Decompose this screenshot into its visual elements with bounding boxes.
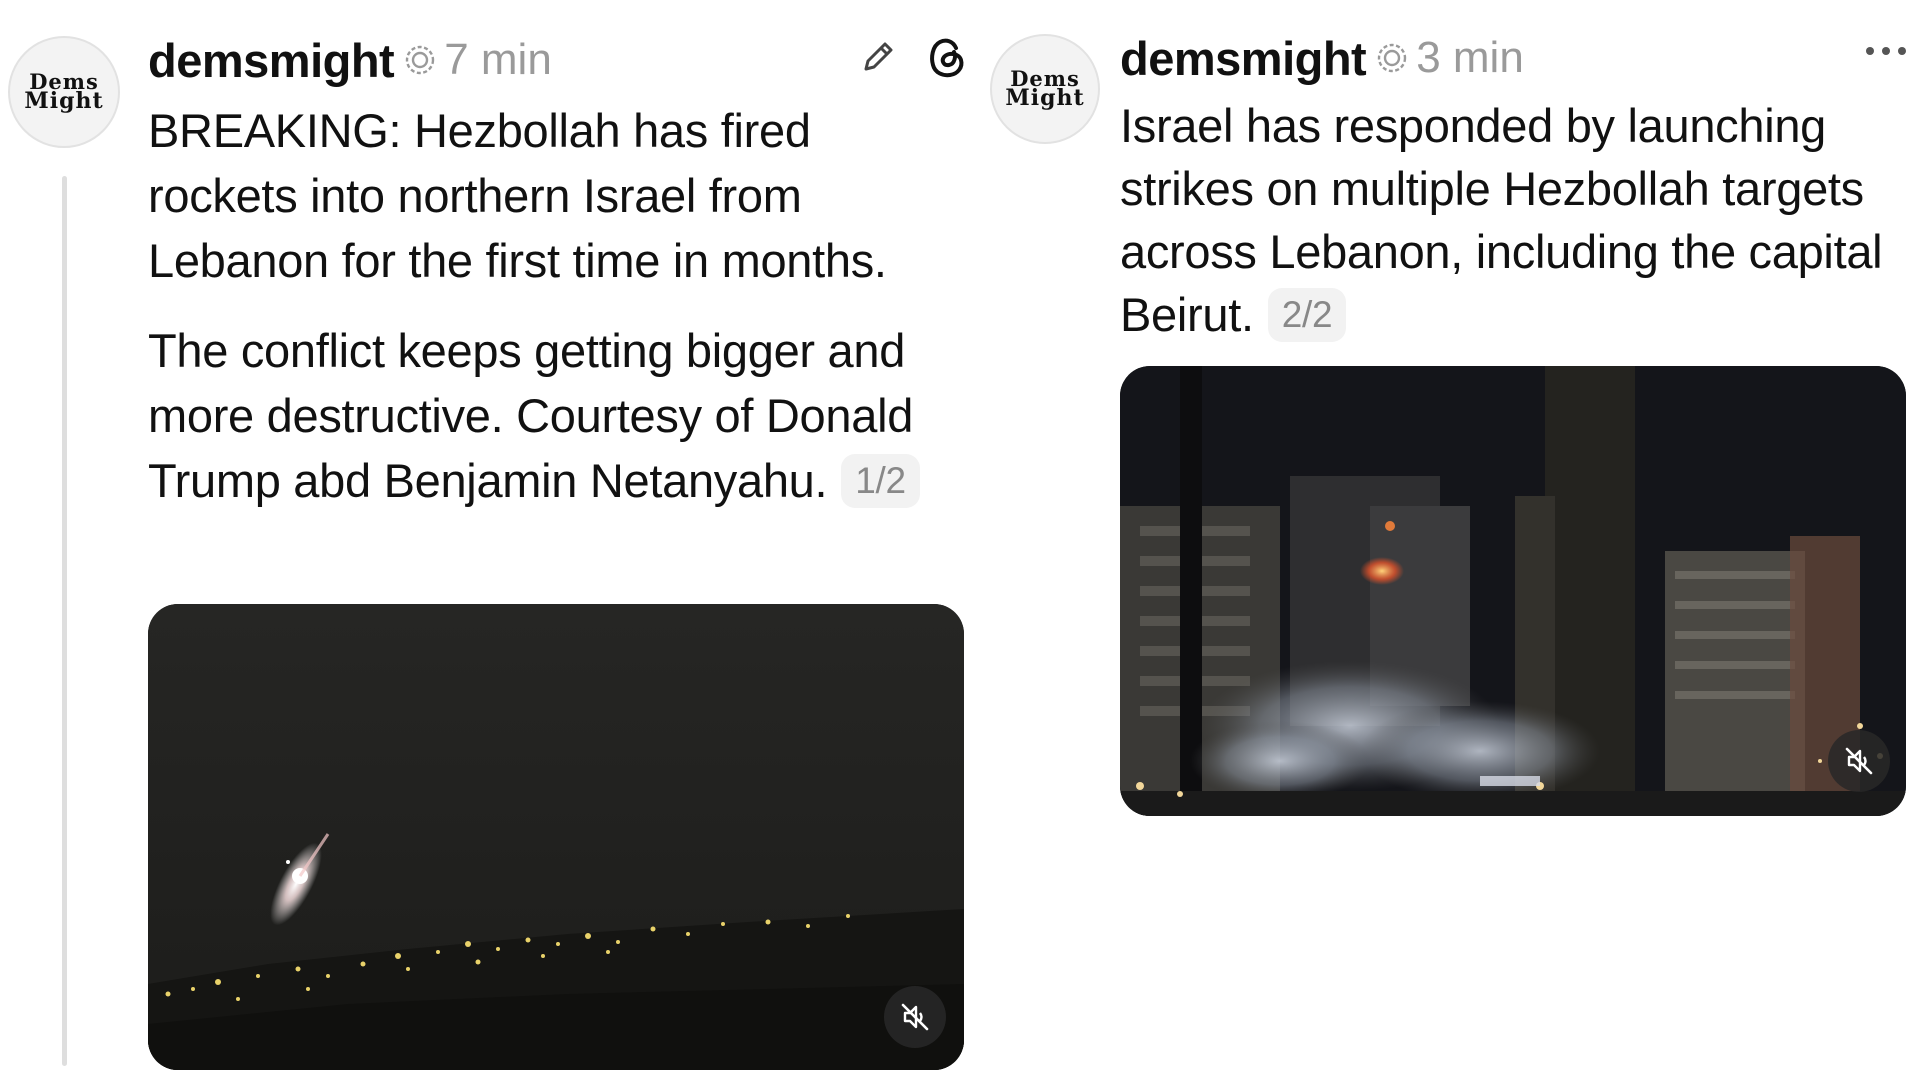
speaker-muted-icon (901, 1003, 929, 1031)
video-frame-night-rockets (148, 604, 964, 1070)
thread-post-2: Dems Might demsmight 3 min Israel has re… (980, 0, 1920, 1088)
avatar-text-line-2: Might (24, 87, 104, 114)
edit-pencil-icon[interactable] (858, 37, 898, 77)
post-time: 7 min (444, 35, 552, 84)
post-paragraph-1-text: Israel has responded by launching strike… (1120, 99, 1883, 341)
creator-badge-icon (406, 45, 435, 75)
thread-connector-line (62, 176, 67, 1066)
post-paragraph-2: The conflict keeps getting bigger and mo… (148, 318, 968, 513)
post-paragraph-1: Israel has responded by launching strike… (1120, 94, 1920, 346)
post-actions-top (858, 34, 968, 80)
avatar[interactable]: Dems Might (8, 36, 120, 148)
post-header: demsmight 7 min (148, 30, 552, 90)
mute-toggle-button[interactable] (884, 986, 946, 1048)
username[interactable]: demsmight (148, 33, 395, 88)
post-paragraph-1: BREAKING: Hezbollah has fired rockets in… (148, 104, 887, 287)
thread-post-1: Dems Might demsmight 7 min BREAKING: Hez… (0, 0, 980, 1088)
video-player[interactable] (1120, 366, 1906, 816)
more-options-icon[interactable] (1864, 44, 1908, 62)
thread-position-badge: 1/2 (841, 454, 920, 508)
post-header: demsmight 3 min (1120, 28, 1524, 88)
thread-position-badge: 2/2 (1267, 288, 1347, 342)
speaker-muted-icon (1845, 747, 1873, 775)
avatar-text-line-2: Might (1005, 84, 1085, 111)
avatar[interactable]: Dems Might (990, 34, 1100, 144)
mute-toggle-button[interactable] (1828, 730, 1890, 792)
post-time: 3 min (1416, 33, 1524, 82)
video-frame-beirut-strike (1120, 366, 1906, 816)
username[interactable]: demsmight (1120, 31, 1367, 86)
creator-badge-icon (1378, 43, 1407, 73)
post-paragraph-2-text: The conflict keeps getting bigger and mo… (148, 324, 914, 507)
video-player[interactable] (148, 604, 964, 1070)
threads-logo-icon[interactable] (926, 34, 968, 80)
